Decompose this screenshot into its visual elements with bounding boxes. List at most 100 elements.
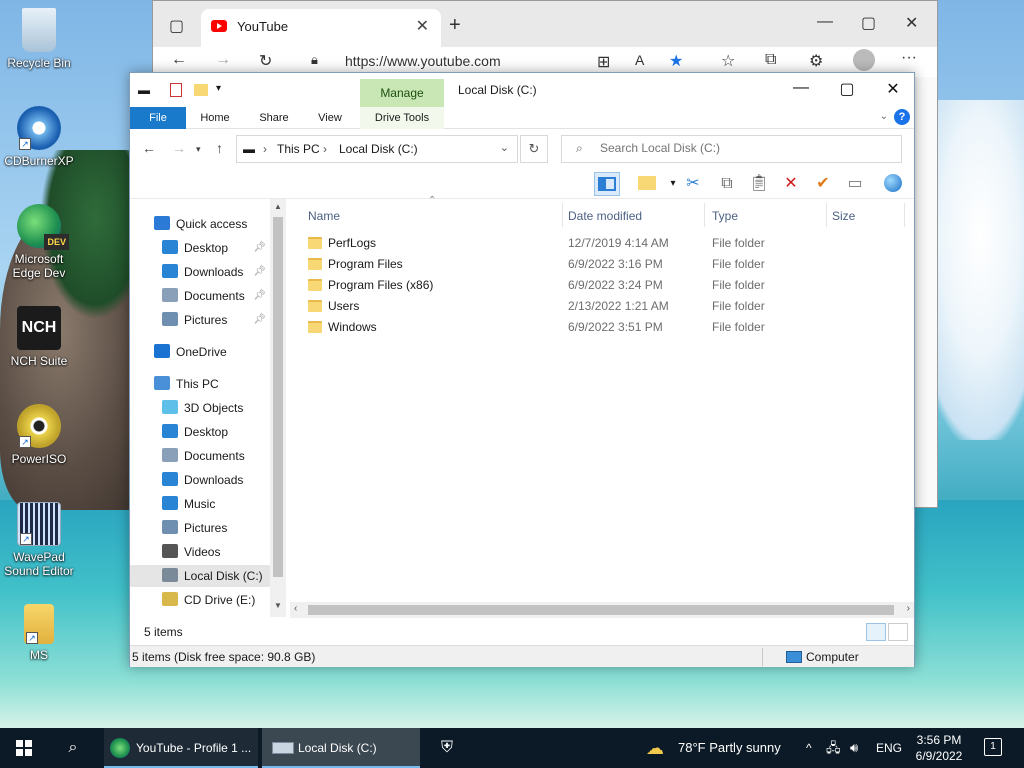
scroll-thumb[interactable] bbox=[308, 605, 894, 615]
nav-item-3d-objects[interactable]: 3D Objects bbox=[130, 397, 270, 419]
read-aloud-icon[interactable]: A bbox=[635, 52, 644, 68]
close-icon[interactable]: ✕ bbox=[870, 79, 916, 99]
nav-item-this-pc[interactable]: This PC bbox=[130, 373, 270, 395]
close-icon[interactable]: ✕ bbox=[905, 13, 918, 33]
more-menu-icon[interactable]: ··· bbox=[901, 49, 917, 67]
taskbar-app-file-explorer[interactable]: Local Disk (C:) bbox=[262, 728, 420, 768]
recent-locations-icon[interactable]: ▾ bbox=[196, 144, 201, 155]
delete-icon[interactable]: ✕ bbox=[778, 172, 804, 196]
expand-ribbon-icon[interactable]: ⌄ bbox=[880, 111, 888, 122]
tab-actions-icon[interactable]: ▢ bbox=[169, 16, 184, 36]
new-folder-icon[interactable] bbox=[634, 172, 660, 196]
refresh-icon[interactable]: ↻ bbox=[259, 51, 272, 71]
back-arrow-icon[interactable]: ← bbox=[171, 51, 187, 69]
desktop-icon-poweriso[interactable]: ↗ PowerISO bbox=[2, 404, 76, 466]
weather-text[interactable]: 78°F Partly sunny bbox=[678, 728, 781, 768]
nav-item-local-disk-c[interactable]: Local Disk (C:) bbox=[130, 565, 270, 587]
navigation-pane-scrollbar[interactable]: ▲ ▼ bbox=[270, 199, 286, 617]
checkmark-icon[interactable]: ✔ bbox=[810, 172, 836, 196]
maximize-icon[interactable]: ▢ bbox=[861, 13, 876, 33]
tab-file[interactable]: File bbox=[130, 107, 186, 129]
network-icon[interactable]: 🖧︎ bbox=[826, 728, 841, 768]
properties-icon[interactable] bbox=[170, 83, 182, 97]
table-row[interactable]: Windows 6/9/2022 3:51 PM File folder bbox=[308, 317, 908, 338]
nav-item-pictures[interactable]: Pictures bbox=[130, 517, 270, 539]
address-dropdown-icon[interactable]: ⌄ bbox=[500, 141, 509, 154]
search-box[interactable]: ⌕ bbox=[561, 135, 902, 163]
weather-icon[interactable]: ☁ bbox=[646, 728, 664, 768]
new-tab-icon[interactable]: + bbox=[449, 14, 461, 37]
language-indicator[interactable]: ENG bbox=[876, 728, 902, 768]
up-arrow-icon[interactable]: ↑ bbox=[216, 140, 223, 156]
url-field[interactable]: https://www.youtube.com bbox=[345, 53, 501, 69]
forward-arrow-icon[interactable]: → bbox=[215, 51, 231, 69]
table-row[interactable]: Program Files 6/9/2022 3:16 PM File folder bbox=[308, 254, 908, 275]
horizontal-scrollbar[interactable]: ‹ › bbox=[290, 602, 914, 618]
desktop-icon-cdburnerxp[interactable]: ↗ CDBurnerXP bbox=[2, 106, 76, 168]
column-header-date-modified[interactable]: Date modified bbox=[568, 205, 642, 227]
column-divider[interactable] bbox=[562, 203, 563, 227]
start-button[interactable] bbox=[0, 728, 48, 768]
globe-icon[interactable] bbox=[880, 172, 906, 196]
tab-home[interactable]: Home bbox=[190, 107, 240, 129]
volume-icon[interactable]: 🔊︎ bbox=[850, 728, 858, 768]
search-input[interactable] bbox=[600, 141, 890, 155]
extensions-icon[interactable]: ⚙ bbox=[809, 51, 823, 71]
details-view-icon[interactable] bbox=[866, 623, 886, 641]
scroll-thumb[interactable] bbox=[273, 217, 283, 577]
column-header-name[interactable]: Name bbox=[308, 205, 340, 227]
new-folder-icon[interactable] bbox=[194, 84, 208, 96]
close-tab-icon[interactable]: ✕ bbox=[416, 16, 429, 36]
table-row[interactable]: PerfLogs 12/7/2019 4:14 AM File folder bbox=[308, 233, 908, 254]
nav-item-music[interactable]: Music bbox=[130, 493, 270, 515]
column-divider[interactable] bbox=[904, 203, 905, 227]
column-divider[interactable] bbox=[704, 203, 705, 227]
scroll-down-icon[interactable]: ▼ bbox=[274, 601, 282, 610]
tab-view[interactable]: View bbox=[306, 107, 354, 129]
column-header-size[interactable]: Size bbox=[832, 205, 855, 227]
nav-item-downloads[interactable]: Downloads 📌︎ bbox=[130, 261, 270, 283]
desktop-icon-wavepad[interactable]: ↗ WavePad Sound Editor bbox=[2, 502, 76, 578]
table-row[interactable]: Program Files (x86) 6/9/2022 3:24 PM File … bbox=[308, 275, 908, 296]
nav-item-documents[interactable]: Documents bbox=[130, 445, 270, 467]
tab-share[interactable]: Share bbox=[248, 107, 300, 129]
tab-drive-tools[interactable]: Drive Tools bbox=[360, 107, 444, 129]
browser-tab-youtube[interactable]: YouTube ✕ bbox=[201, 9, 441, 47]
nav-item-downloads[interactable]: Downloads bbox=[130, 469, 270, 491]
preview-pane-icon[interactable] bbox=[594, 172, 620, 196]
collections-icon[interactable]: ⧉ bbox=[765, 51, 776, 69]
favorite-star-icon[interactable]: ★ bbox=[669, 51, 683, 71]
table-row[interactable]: Users 2/13/2022 1:21 AM File folder bbox=[308, 296, 908, 317]
quick-access-dropdown-icon[interactable]: ▾ bbox=[216, 83, 221, 94]
lock-icon[interactable]: 🔒︎ bbox=[311, 52, 318, 68]
nav-item-pictures[interactable]: Pictures 📌︎ bbox=[130, 309, 270, 331]
clock[interactable]: 3:56 PM 6/9/2022 bbox=[904, 732, 974, 764]
desktop-icon-recycle-bin[interactable]: Recycle Bin bbox=[2, 8, 76, 70]
profile-avatar[interactable] bbox=[853, 49, 875, 71]
desktop-icon-ms[interactable]: ↗ MS bbox=[2, 604, 76, 662]
scroll-left-icon[interactable]: ‹ bbox=[294, 603, 297, 614]
desktop-icon-edge-dev[interactable]: DEV Microsoft Edge Dev bbox=[2, 204, 76, 280]
minimize-icon[interactable]: — bbox=[778, 79, 824, 97]
breadcrumb-local-disk[interactable]: Local Disk (C:) bbox=[339, 142, 418, 156]
breadcrumb-this-pc[interactable]: This PC bbox=[277, 142, 320, 156]
column-divider[interactable] bbox=[826, 203, 827, 227]
search-icon[interactable]: ⌕ bbox=[56, 728, 90, 768]
column-header-type[interactable]: Type bbox=[712, 205, 738, 227]
apps-icon[interactable]: ⊞ bbox=[597, 52, 610, 72]
refresh-button[interactable]: ↻ bbox=[520, 135, 548, 163]
nav-item-onedrive[interactable]: OneDrive bbox=[130, 341, 270, 363]
forward-arrow-icon[interactable]: → bbox=[172, 140, 186, 156]
nav-item-quick-access[interactable]: Quick access bbox=[130, 213, 270, 235]
large-icons-view-icon[interactable] bbox=[888, 623, 908, 641]
nav-item-desktop[interactable]: Desktop bbox=[130, 421, 270, 443]
tab-manage[interactable]: Manage bbox=[360, 79, 444, 107]
scroll-up-icon[interactable]: ▲ bbox=[274, 202, 282, 211]
nav-item-cd-drive-e[interactable]: CD Drive (E:) bbox=[130, 589, 270, 611]
maximize-icon[interactable]: ▢ bbox=[824, 79, 870, 99]
nav-item-desktop[interactable]: Desktop 📌︎ bbox=[130, 237, 270, 259]
show-hidden-icons-icon[interactable]: ^ bbox=[806, 728, 812, 768]
help-icon[interactable]: ? bbox=[894, 109, 910, 125]
shield-icon[interactable]: ⛨ bbox=[430, 728, 464, 768]
desktop-icon-nch-suite[interactable]: NCH NCH Suite bbox=[2, 306, 76, 368]
